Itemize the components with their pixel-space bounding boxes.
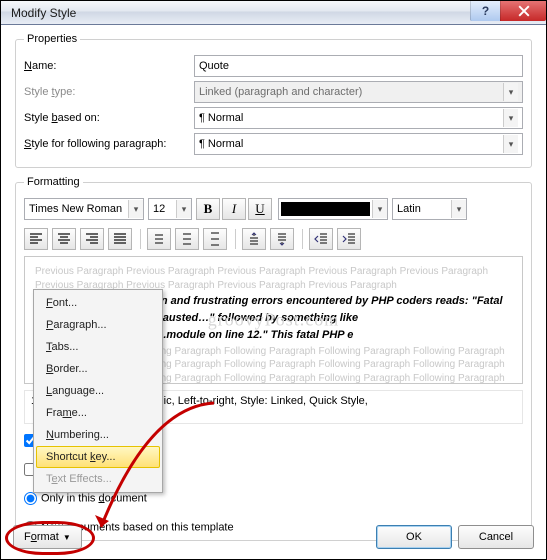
line-spacing-icon	[180, 232, 194, 246]
menu-paragraph[interactable]: Paragraph...	[36, 314, 160, 336]
spacing-2-button[interactable]	[203, 228, 227, 250]
align-left-icon	[29, 232, 43, 246]
spacing-1-button[interactable]	[147, 228, 171, 250]
font-toolbar: Times New Roman▾ 12▾ B I U ▾ Latin▾	[24, 198, 523, 220]
indent-increase-button[interactable]	[337, 228, 361, 250]
color-swatch	[281, 202, 370, 216]
para-space-icon	[275, 232, 289, 246]
menu-border[interactable]: Border...	[36, 358, 160, 380]
based-on-select[interactable]: ¶Normal ▾	[194, 107, 523, 129]
close-icon	[518, 5, 530, 17]
align-left-button[interactable]	[24, 228, 48, 250]
italic-button[interactable]: I	[222, 198, 246, 220]
help-button[interactable]: ?	[470, 1, 500, 21]
font-color-select[interactable]: ▾	[278, 198, 388, 220]
menu-language[interactable]: Language...	[36, 380, 160, 402]
chevron-down-icon: ▼	[63, 533, 71, 542]
menu-tabs[interactable]: Tabs...	[36, 336, 160, 358]
indent-increase-icon	[342, 232, 356, 246]
chevron-down-icon: ▾	[503, 135, 518, 153]
menu-text-effects: Text Effects...	[36, 468, 160, 490]
only-this-doc-radio[interactable]: Only in this document	[24, 492, 523, 505]
align-center-button[interactable]	[52, 228, 76, 250]
separator	[235, 229, 236, 249]
align-right-icon	[85, 232, 99, 246]
based-on-label: Style based on:	[24, 112, 194, 124]
name-input[interactable]	[194, 55, 523, 77]
formatting-legend: Formatting	[24, 176, 83, 188]
chevron-down-icon: ▾	[372, 200, 387, 218]
format-menu: Font... Paragraph... Tabs... Border... L…	[33, 289, 163, 493]
align-center-icon	[57, 232, 71, 246]
chevron-down-icon: ▾	[503, 83, 518, 101]
row-style-type: Style type: Linked (paragraph and charac…	[24, 81, 523, 103]
window-title: Modify Style	[11, 6, 76, 20]
close-button[interactable]	[500, 1, 546, 21]
dialog-buttons: OK Cancel	[376, 525, 534, 549]
align-justify-icon	[113, 232, 127, 246]
chevron-down-icon: ▾	[176, 200, 191, 218]
style-type-select: Linked (paragraph and character) ▾	[194, 81, 523, 103]
menu-numbering[interactable]: Numbering...	[36, 424, 160, 446]
chevron-down-icon: ▾	[451, 200, 466, 218]
align-right-button[interactable]	[80, 228, 104, 250]
menu-font[interactable]: Font...	[36, 292, 160, 314]
bold-button[interactable]: B	[196, 198, 220, 220]
following-value: ¶Normal	[199, 138, 243, 150]
space-before-inc-button[interactable]	[242, 228, 266, 250]
spacing-1.5-button[interactable]	[175, 228, 199, 250]
separator	[302, 229, 303, 249]
properties-legend: Properties	[24, 33, 80, 45]
preview-prev-para: Previous Paragraph Previous Paragraph Pr…	[35, 265, 512, 292]
following-label: Style for following paragraph:	[24, 138, 194, 150]
chevron-down-icon: ▾	[503, 109, 518, 127]
line-spacing-icon	[208, 232, 222, 246]
row-following: Style for following paragraph: ¶Normal ▾	[24, 133, 523, 155]
format-button[interactable]: Format▼	[13, 525, 82, 549]
underline-button[interactable]: U	[248, 198, 272, 220]
menu-shortcut-key[interactable]: Shortcut key...	[36, 446, 160, 468]
dialog-body: Properties Name: Style type: Linked (par…	[1, 25, 546, 559]
chevron-down-icon: ▾	[128, 200, 143, 218]
window-controls: ?	[470, 1, 546, 24]
following-select[interactable]: ¶Normal ▾	[194, 133, 523, 155]
row-name: Name:	[24, 55, 523, 77]
font-size-select[interactable]: 12▾	[148, 198, 192, 220]
line-spacing-icon	[152, 232, 166, 246]
paragraph-toolbar	[24, 228, 523, 250]
style-type-value: Linked (paragraph and character)	[199, 86, 362, 98]
align-justify-button[interactable]	[108, 228, 132, 250]
based-on-value: ¶Normal	[199, 112, 243, 124]
titlebar: Modify Style ?	[1, 1, 546, 25]
font-family-select[interactable]: Times New Roman▾	[24, 198, 144, 220]
separator	[140, 229, 141, 249]
biu-group: B I U	[196, 198, 274, 220]
name-label: Name:	[24, 60, 194, 72]
script-select[interactable]: Latin▾	[392, 198, 467, 220]
row-based-on: Style based on: ¶Normal ▾	[24, 107, 523, 129]
cancel-button[interactable]: Cancel	[458, 525, 534, 549]
indent-decrease-button[interactable]	[309, 228, 333, 250]
modify-style-dialog: Modify Style ? Properties Name: Style ty…	[0, 0, 547, 560]
space-before-dec-button[interactable]	[270, 228, 294, 250]
menu-frame[interactable]: Frame...	[36, 402, 160, 424]
ok-button[interactable]: OK	[376, 525, 452, 549]
para-space-icon	[247, 232, 261, 246]
style-type-label: Style type:	[24, 86, 194, 98]
indent-decrease-icon	[314, 232, 328, 246]
properties-group: Properties Name: Style type: Linked (par…	[15, 33, 532, 168]
